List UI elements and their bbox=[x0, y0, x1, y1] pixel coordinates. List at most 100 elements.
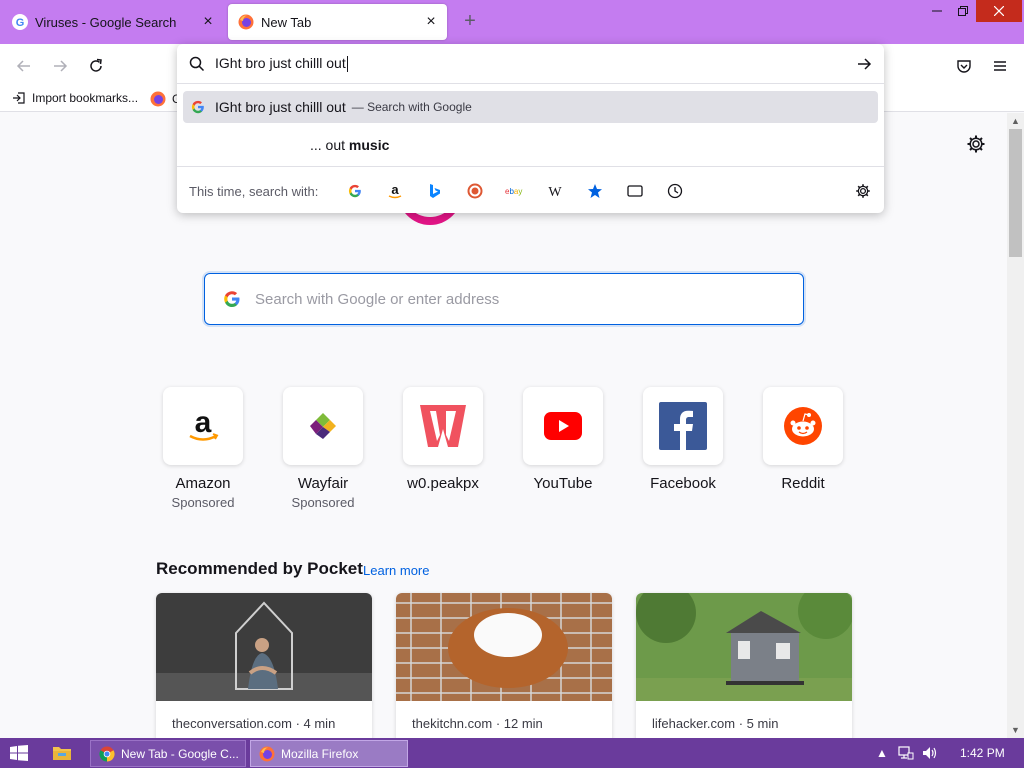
ebay-icon[interactable]: ebay bbox=[505, 181, 525, 201]
gear-icon[interactable] bbox=[966, 134, 986, 154]
reload-icon[interactable] bbox=[84, 54, 108, 78]
show-hidden-icons-icon[interactable]: ▲ bbox=[876, 746, 888, 760]
forward-arrow-icon[interactable] bbox=[48, 54, 72, 78]
svg-text:a: a bbox=[391, 183, 399, 197]
search-icon bbox=[189, 56, 205, 72]
firefox-icon bbox=[259, 746, 275, 761]
engines-label: This time, search with: bbox=[189, 184, 319, 199]
svg-text:ebay: ebay bbox=[505, 187, 522, 196]
back-arrow-icon[interactable] bbox=[12, 54, 36, 78]
close-tab-icon[interactable]: × bbox=[423, 14, 439, 30]
taskbar-item-chrome[interactable]: New Tab - Google C... bbox=[90, 740, 246, 767]
top-site-wayfair[interactable]: Wayfair Sponsored bbox=[283, 387, 363, 510]
scroll-up-icon[interactable]: ▲ bbox=[1007, 113, 1024, 129]
pocket-icon[interactable] bbox=[952, 54, 976, 78]
suggestion-suffix: — Search with Google bbox=[351, 100, 472, 114]
google-icon[interactable] bbox=[345, 181, 365, 201]
close-tab-icon[interactable]: × bbox=[200, 14, 216, 30]
google-icon bbox=[191, 100, 204, 114]
scroll-down-icon[interactable]: ▼ bbox=[1007, 722, 1024, 738]
sponsored-label: Sponsored bbox=[291, 495, 355, 510]
peakpx-logo-icon bbox=[420, 405, 466, 447]
address-bar-dropdown: IGht bro just chilll out IGht bro just c… bbox=[177, 44, 884, 213]
pocket-card[interactable]: theconversation.com · 4 min bbox=[156, 593, 372, 738]
import-bookmarks-button[interactable]: Import bookmarks... bbox=[12, 91, 138, 105]
firefox-icon bbox=[238, 14, 254, 30]
tab-strip: G Viruses - Google Search × New Tab × + bbox=[0, 0, 1024, 44]
top-site-name: w0.peakpx bbox=[407, 475, 479, 492]
top-site-peakpx[interactable]: w0.peakpx bbox=[403, 387, 483, 492]
learn-more-link[interactable]: Learn more bbox=[363, 563, 429, 578]
tab-title: Viruses - Google Search bbox=[35, 14, 177, 30]
scrollbar-thumb[interactable] bbox=[1009, 129, 1022, 257]
system-clock[interactable]: 1:42 PM bbox=[960, 746, 1005, 760]
top-site-amazon[interactable]: a Amazon Sponsored bbox=[163, 387, 243, 510]
import-bookmarks-label: Import bookmarks... bbox=[32, 91, 139, 105]
facebook-logo-icon bbox=[659, 402, 707, 450]
app-menu-icon[interactable] bbox=[988, 54, 1012, 78]
tab-title: New Tab bbox=[261, 14, 312, 30]
search-suggestion-google[interactable]: IGht bro just chilll out — Search with G… bbox=[183, 91, 878, 123]
volume-icon[interactable] bbox=[922, 745, 938, 761]
import-icon bbox=[13, 92, 25, 104]
go-arrow-icon[interactable] bbox=[856, 56, 872, 72]
close-window-icon[interactable] bbox=[976, 0, 1022, 22]
pocket-card[interactable]: thekitchn.com · 12 min bbox=[396, 593, 612, 738]
file-explorer-icon[interactable] bbox=[52, 744, 72, 762]
card-source: lifehacker.com · 5 min bbox=[652, 716, 779, 731]
top-site-name: YouTube bbox=[533, 475, 593, 492]
network-icon[interactable] bbox=[898, 745, 914, 761]
history-clock-icon[interactable] bbox=[665, 181, 685, 201]
card-source: theconversation.com · 4 min bbox=[172, 716, 336, 731]
tab-new-tab[interactable]: New Tab × bbox=[228, 4, 447, 40]
firefox-icon bbox=[150, 91, 166, 107]
top-site-name: Facebook bbox=[650, 475, 716, 492]
top-site-youtube[interactable]: YouTube bbox=[523, 387, 603, 492]
taskbar-item-firefox[interactable]: Mozilla Firefox bbox=[250, 740, 408, 767]
search-suggestion[interactable]: ... out music bbox=[310, 137, 389, 153]
amazon-icon[interactable]: a bbox=[385, 181, 405, 201]
new-tab-plus-icon[interactable]: + bbox=[458, 10, 482, 34]
bookmarks-star-icon[interactable] bbox=[585, 181, 605, 201]
taskbar-item-label: New Tab - Google C... bbox=[121, 746, 239, 761]
address-bar[interactable]: IGht bro just chilll out bbox=[177, 44, 884, 84]
one-off-search-engines: This time, search with: a ebay W bbox=[177, 166, 884, 213]
top-site-name: Reddit bbox=[781, 475, 825, 492]
address-input[interactable]: IGht bro just chilll out bbox=[215, 55, 348, 73]
top-site-reddit[interactable]: Reddit bbox=[763, 387, 843, 492]
search-input[interactable] bbox=[255, 290, 775, 308]
top-site-name: Wayfair bbox=[297, 475, 349, 492]
google-icon: G bbox=[12, 14, 28, 30]
search-box[interactable] bbox=[204, 273, 804, 325]
suggestion-query: IGht bro just chilll out bbox=[215, 99, 346, 115]
svg-text:W: W bbox=[548, 185, 562, 198]
svg-text:G: G bbox=[16, 17, 25, 29]
wayfair-logo-icon bbox=[310, 413, 336, 439]
amazon-logo-icon: a bbox=[189, 406, 219, 441]
pocket-heading: Recommended by Pocket bbox=[156, 559, 363, 578]
duckduckgo-icon[interactable] bbox=[465, 181, 485, 201]
restore-window-icon[interactable] bbox=[948, 0, 978, 22]
page-scrollbar[interactable]: ▲ ▼ bbox=[1007, 113, 1024, 738]
reddit-logo-icon bbox=[784, 407, 822, 445]
card-image bbox=[396, 593, 612, 701]
card-source: thekitchn.com · 12 min bbox=[412, 716, 543, 731]
windows-start-icon[interactable] bbox=[10, 745, 28, 761]
youtube-logo-icon bbox=[544, 412, 582, 440]
search-settings-gear-icon[interactable] bbox=[853, 181, 873, 201]
card-image bbox=[156, 593, 372, 701]
bing-icon[interactable] bbox=[425, 181, 445, 201]
wikipedia-icon[interactable]: W bbox=[545, 181, 565, 201]
chrome-icon bbox=[99, 746, 115, 762]
pocket-card[interactable]: lifehacker.com · 5 min bbox=[636, 593, 852, 738]
sponsored-label: Sponsored bbox=[171, 495, 235, 510]
top-site-facebook[interactable]: Facebook bbox=[643, 387, 723, 492]
windows-taskbar: New Tab - Google C... Mozilla Firefox ▲ … bbox=[0, 738, 1024, 768]
tab-viruses-google-search[interactable]: G Viruses - Google Search × bbox=[2, 4, 224, 40]
tabs-icon[interactable] bbox=[625, 181, 645, 201]
taskbar-item-label: Mozilla Firefox bbox=[281, 746, 359, 761]
card-image bbox=[636, 593, 852, 701]
top-site-name: Amazon bbox=[175, 475, 231, 492]
google-icon bbox=[224, 291, 240, 307]
svg-text:a: a bbox=[195, 406, 212, 439]
